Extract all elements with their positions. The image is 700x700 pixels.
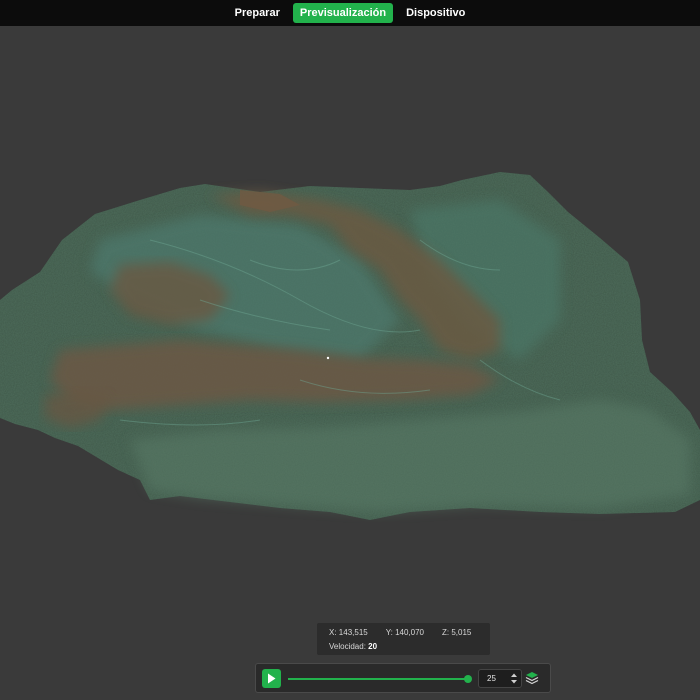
x-coordinate: X: 143,515 — [329, 628, 368, 637]
layer-stepper[interactable]: 25 — [478, 669, 522, 688]
play-icon — [268, 673, 276, 684]
tab-dispositivo[interactable]: Dispositivo — [399, 3, 472, 23]
play-button[interactable] — [262, 669, 281, 688]
z-coordinate: Z: 5,015 — [442, 628, 472, 637]
layers-icon[interactable] — [525, 671, 539, 685]
tab-previsualizacion[interactable]: Previsualización — [292, 3, 394, 23]
slider-fill — [288, 678, 469, 680]
top-navigation-bar: Preparar Previsualización Dispositivo — [0, 0, 700, 26]
3d-preview-viewport[interactable] — [0, 26, 700, 700]
layer-value: 25 — [487, 674, 496, 683]
terrain-model — [0, 172, 700, 520]
up-down-arrows-icon[interactable] — [510, 672, 518, 685]
coordinate-readout: X: 143,515 Y: 140,070 Z: 5,015 Velocidad… — [317, 623, 490, 655]
layer-slider[interactable] — [288, 675, 473, 683]
slider-thumb[interactable] — [464, 675, 473, 683]
tab-preparar[interactable]: Preparar — [228, 3, 287, 23]
y-coordinate: Y: 140,070 — [385, 628, 424, 637]
speed-readout: Velocidad: 20 — [329, 642, 378, 651]
playback-controls: 25 — [255, 663, 551, 693]
mode-tabs: Preparar Previsualización Dispositivo — [228, 3, 473, 23]
